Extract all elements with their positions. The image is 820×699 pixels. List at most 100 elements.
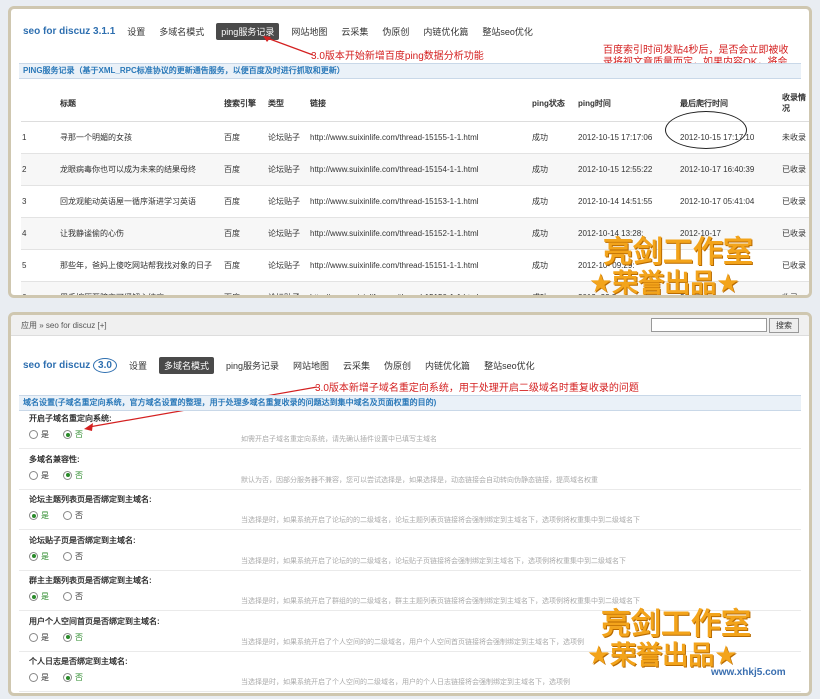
radio-yes-dot[interactable] [29, 632, 38, 642]
cell-link[interactable]: http://www.suixinlife.com/thread-15152-1… [309, 217, 531, 250]
col-type: 类型 [267, 85, 309, 122]
cell-title[interactable]: 寻那一个明媚的女孩 [59, 121, 223, 154]
cell-title[interactable]: 回龙观能动英语屋一循序渐进学习英语 [59, 185, 223, 218]
cell-indexed: 未收录 [781, 121, 809, 154]
row-divider [19, 691, 801, 692]
setting-label: 个人日志是否绑定到主域名: [29, 657, 128, 666]
cell-index: 5 [21, 249, 59, 282]
radio-yes[interactable]: 是 [29, 429, 49, 440]
setting-description: 当选择是时，如果系统开启了论坛的的二级域名，论坛贴子页链接将会强制绑定到主域名下… [241, 557, 626, 565]
radio-yes-label: 是 [41, 430, 49, 439]
setting-radio-group: 是否 [29, 591, 152, 602]
nav-multi-domain-2[interactable]: 多域名模式 [158, 357, 214, 374]
cell-indexed: 已收录 [781, 217, 809, 250]
radio-yes-dot[interactable] [29, 430, 38, 439]
cell-indexed: 收录 [781, 281, 809, 295]
radio-no-dot[interactable] [63, 673, 72, 682]
cell-indexed: 已收录 [781, 185, 809, 218]
radio-no-label: 否 [75, 632, 83, 642]
radio-yes-dot[interactable] [29, 673, 38, 682]
nav-settings[interactable]: 设置 [125, 23, 147, 40]
cell-indexed: 已收录 [781, 153, 809, 186]
radio-no-dot[interactable] [63, 511, 72, 520]
nav-sitemap-2[interactable]: 网站地图 [291, 357, 331, 374]
nav-site-seo[interactable]: 整站seo优化 [480, 23, 535, 40]
cell-index: 1 [21, 121, 59, 154]
radio-yes-dot[interactable] [29, 592, 38, 601]
setting-label: 用户个人空间首页是否绑定到主域名: [29, 616, 160, 626]
radio-no-dot[interactable] [63, 430, 72, 439]
cell-engine: 百度 [223, 249, 267, 282]
row-divider [19, 488, 801, 490]
radio-no-dot[interactable] [63, 592, 72, 601]
nav-internal-links-2[interactable]: 内链优化篇 [423, 357, 472, 374]
section-subhead: PING服务记录（基于XML_RPC标准协议的更新通告服务，以便百度及时进行抓取… [19, 63, 801, 79]
radio-no[interactable]: 否 [63, 632, 83, 643]
radio-no-label: 否 [75, 673, 83, 682]
col-ping-status: ping状态 [531, 85, 577, 122]
radio-yes-dot[interactable] [29, 511, 38, 520]
setting-item: 多域名兼容性: 是 否 [29, 454, 83, 481]
cell-ping-status: 成功 [531, 217, 577, 250]
radio-yes-label: 是 [41, 632, 49, 642]
radio-yes[interactable]: 是 [29, 470, 49, 481]
radio-no-dot[interactable] [63, 632, 72, 642]
row-divider [19, 448, 801, 449]
cell-link[interactable]: http://www.suixinlife.com/thread-15154-1… [309, 153, 531, 186]
app-toolbar: 应用 » seo for discuz [+] 搜索 [11, 315, 809, 336]
setting-description: 默认为否，因部分服务器不兼容，您可以尝试选择是，如果选择是，动态链接会自动转向伪… [241, 476, 598, 484]
setting-label: 多域名兼容性: [29, 454, 80, 464]
nav-multi-domain[interactable]: 多域名模式 [157, 23, 206, 40]
radio-yes-dot[interactable] [29, 470, 38, 480]
setting-label: 开启子域名重定向系统: [29, 414, 112, 423]
col-link: 链接 [309, 85, 531, 122]
cell-title[interactable]: 用手按压至脐穴可缓解心绞痛 [59, 281, 223, 295]
search-input[interactable] [651, 318, 767, 332]
radio-no-dot[interactable] [63, 470, 72, 480]
cell-link[interactable]: http://www.suixinlife.com/thread-15150-1… [309, 281, 531, 295]
radio-no[interactable]: 否 [63, 470, 83, 481]
radio-no[interactable]: 否 [63, 591, 83, 602]
cell-link[interactable]: http://www.suixinlife.com/thread-15153-1… [309, 185, 531, 218]
radio-yes-dot[interactable] [29, 551, 38, 561]
setting-radio-group: 是否 [29, 672, 128, 683]
cell-title[interactable]: 让我静谧偷的心伤 [59, 217, 223, 250]
cell-title[interactable]: 那些年，爸妈上傻吃网站帮我找对象的日子 [59, 249, 223, 282]
nav-settings-2[interactable]: 设置 [127, 357, 149, 374]
radio-yes[interactable]: 是 [29, 510, 49, 521]
radio-no[interactable]: 否 [63, 551, 83, 562]
cell-engine: 百度 [223, 281, 267, 295]
radio-yes[interactable]: 是 [29, 551, 49, 562]
nav-site-seo-2[interactable]: 整站seo优化 [482, 357, 537, 374]
radio-yes-label: 是 [41, 673, 49, 682]
radio-yes[interactable]: 是 [29, 632, 49, 643]
radio-no-label: 否 [75, 430, 83, 439]
setting-item: 用户个人空间首页是否绑定到主域名: 是否 [29, 616, 160, 643]
radio-no-dot[interactable] [63, 551, 72, 561]
radio-no[interactable]: 否 [63, 510, 83, 521]
col-index [21, 85, 59, 122]
breadcrumb[interactable]: 应用 » seo for discuz [+] [21, 320, 107, 331]
version-badge: 3.0 [93, 358, 117, 373]
cell-link[interactable]: http://www.suixinlife.com/thread-15155-1… [309, 121, 531, 154]
radio-no-label: 否 [75, 470, 83, 480]
radio-no[interactable]: 否 [63, 672, 83, 683]
cell-type: 论坛贴子 [267, 217, 309, 250]
nav-pseudo-original-2[interactable]: 伪原创 [382, 357, 413, 374]
radio-yes[interactable]: 是 [29, 672, 49, 683]
radio-yes-label: 是 [41, 511, 49, 520]
setting-radio-group: 是否 [29, 632, 160, 643]
search-button[interactable]: 搜索 [769, 318, 799, 333]
radio-no[interactable]: 否 [63, 429, 83, 440]
nav-pseudo-original[interactable]: 伪原创 [380, 23, 411, 40]
cell-index: 3 [21, 185, 59, 218]
nav-ping-records-2[interactable]: ping服务记录 [224, 357, 281, 374]
cell-link[interactable]: http://www.suixinlife.com/thread-15151-1… [309, 249, 531, 282]
cell-title[interactable]: 龙眼病毒你也可以成为未来的结果母终 [59, 153, 223, 186]
radio-yes[interactable]: 是 [29, 591, 49, 602]
nav-cloud-collect-2[interactable]: 云采集 [341, 357, 372, 374]
nav-cloud-collect[interactable]: 云采集 [339, 23, 370, 40]
col-title: 标题 [59, 85, 223, 122]
nav-internal-links[interactable]: 内链优化篇 [421, 23, 470, 40]
table-row: 3 回龙观能动英语屋一循序渐进学习英语 百度 论坛贴子 http://www.suixi… [21, 185, 809, 218]
